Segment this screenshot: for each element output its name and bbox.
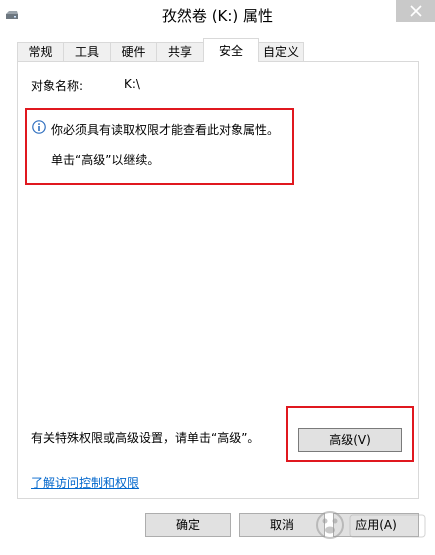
annotation-box-advanced	[286, 406, 414, 462]
tab-sharing[interactable]: 共享	[156, 42, 204, 61]
window-title: 孜然卷 (K:) 属性	[161, 7, 274, 25]
close-icon	[409, 5, 422, 17]
learn-access-control-link[interactable]: 了解访问控制和权限	[31, 474, 139, 491]
tab-hardware[interactable]: 硬件	[110, 42, 157, 61]
watermark-logo	[316, 511, 426, 539]
object-name-value: K:\	[124, 77, 140, 91]
advanced-hint: 有关特殊权限或高级设置，请单击“高级”。	[31, 431, 260, 445]
tab-customize[interactable]: 自定义	[258, 42, 304, 61]
annotation-box-message	[25, 108, 294, 185]
title-bar: 孜然卷 (K:) 属性	[0, 0, 435, 33]
close-button[interactable]	[396, 0, 435, 22]
tab-tools[interactable]: 工具	[63, 42, 111, 61]
tab-security[interactable]: 安全	[203, 38, 259, 62]
ok-button[interactable]: 确定	[145, 513, 231, 537]
object-name-label: 对象名称:	[31, 79, 84, 93]
tab-general[interactable]: 常规	[17, 42, 64, 61]
